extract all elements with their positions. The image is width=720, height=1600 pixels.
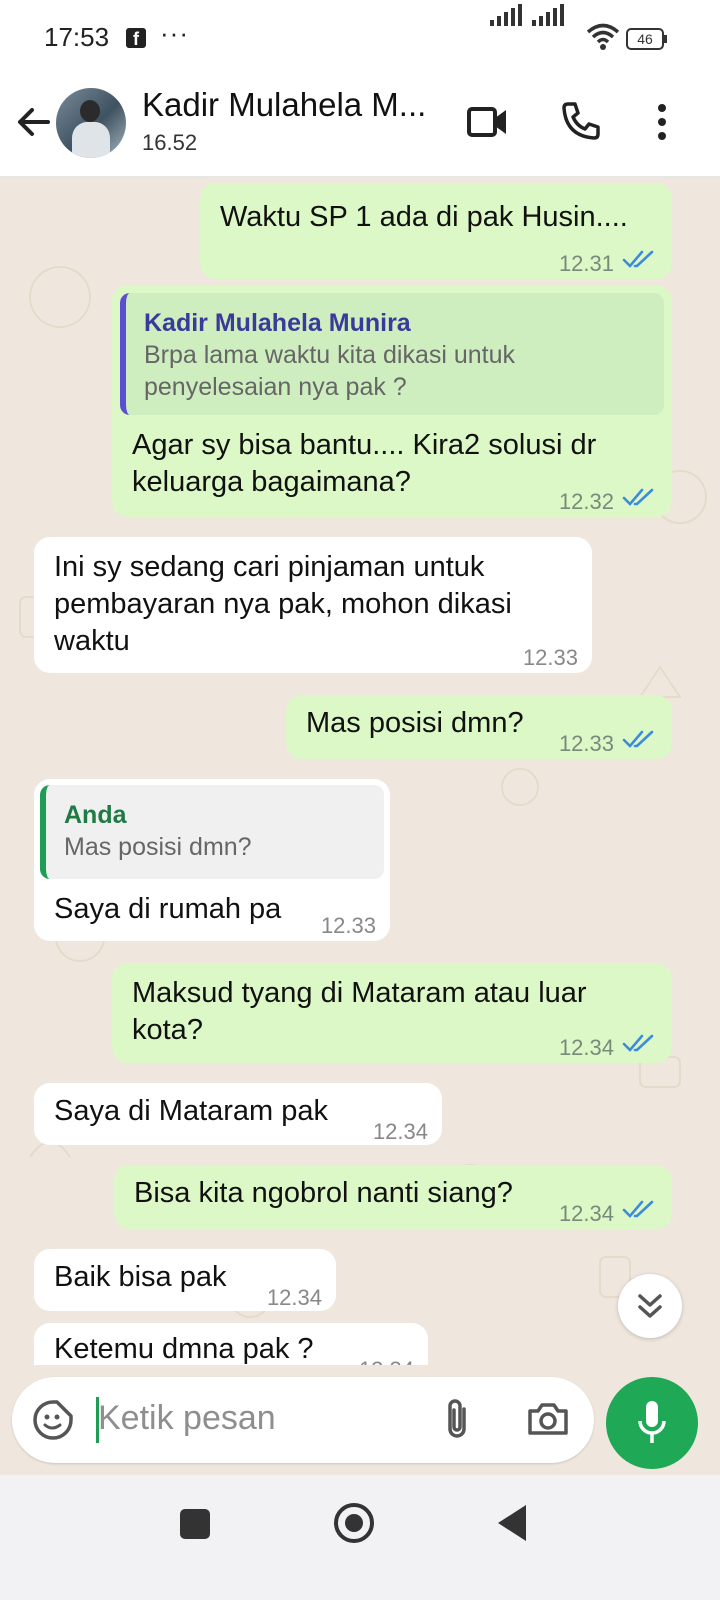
more-options-icon[interactable] [650, 102, 674, 142]
message-bubble-outgoing[interactable]: Waktu SP 1 ada di pak Husin.... 12.31 [200, 183, 672, 279]
message-text: Saya di rumah pa [54, 893, 282, 925]
more-notifications-icon: ··· [160, 18, 189, 48]
message-bubble-outgoing[interactable]: Mas posisi dmn? 12.33 [286, 695, 672, 759]
back-arrow-icon[interactable] [14, 102, 54, 142]
chat-area[interactable]: Waktu SP 1 ada di pak Husin.... 12.31 Ka… [0, 177, 720, 1365]
message-time: 12.31 [558, 251, 614, 276]
message-composer[interactable]: Ketik pesan [12, 1377, 594, 1463]
camera-icon[interactable] [526, 1399, 570, 1439]
composer-area: Ketik pesan [0, 1365, 720, 1475]
message-input[interactable]: Ketik pesan [98, 1399, 276, 1438]
scroll-to-bottom-button[interactable] [618, 1274, 682, 1338]
message-time: 12.34 [558, 1201, 614, 1226]
system-navigation-bar [0, 1475, 720, 1600]
recent-apps-button[interactable] [180, 1509, 210, 1539]
contact-name[interactable]: Kadir Mulahela M... [142, 86, 426, 124]
message-time: 12.34 [372, 1119, 428, 1144]
wifi-icon [586, 23, 620, 50]
message-bubble-outgoing[interactable]: Maksud tyang di Mataram atau luar kota? … [112, 963, 672, 1063]
message-text: Waktu SP 1 ada di pak Husin.... [220, 201, 628, 233]
message-bubble-incoming[interactable]: Ini sy sedang cari pinjaman untuk pembay… [34, 537, 592, 673]
message-bubble-outgoing[interactable]: Kadir Mulahela Munira Brpa lama waktu ki… [112, 285, 672, 517]
video-call-icon[interactable] [466, 104, 510, 140]
quoted-sender: Kadir Mulahela Munira [144, 309, 411, 337]
read-ticks-icon [622, 488, 654, 506]
message-time: 12.34 [558, 1035, 614, 1060]
voice-call-icon[interactable] [560, 100, 602, 142]
message-time: 12.33 [558, 731, 614, 756]
read-ticks-icon [622, 730, 654, 748]
voice-record-button[interactable] [606, 1377, 698, 1469]
double-chevron-down-icon [638, 1294, 662, 1318]
battery-icon: 46 [626, 28, 667, 50]
quoted-sender: Anda [64, 801, 127, 829]
status-bar: 17:53 f ··· 46 [0, 0, 720, 76]
message-bubble-incoming[interactable]: Baik bisa pak 12.34 [34, 1249, 336, 1311]
message-time: 12.32 [558, 489, 614, 514]
avatar[interactable] [56, 88, 126, 158]
message-time: 12.34 [359, 1351, 414, 1365]
read-ticks-icon [622, 250, 654, 268]
message-time: 12.34 [266, 1285, 322, 1310]
message-bubble-outgoing[interactable]: Bisa kita ngobrol nanti siang? 12.34 [114, 1165, 672, 1229]
last-seen: 16.52 [142, 130, 198, 155]
back-button[interactable] [498, 1505, 526, 1541]
sticker-icon[interactable] [32, 1399, 74, 1441]
message-text: Ini sy sedang cari pinjaman untuk pembay… [54, 551, 512, 657]
quoted-message[interactable]: Anda Mas posisi dmn? [40, 785, 384, 879]
message-text: Ketemu dmna pak ? [54, 1333, 314, 1365]
read-ticks-icon [622, 1200, 654, 1218]
quoted-text: Mas posisi dmn? [64, 833, 252, 861]
message-text: Mas posisi dmn? [306, 707, 524, 739]
chat-header: Kadir Mulahela M... 16.52 [0, 76, 720, 177]
message-bubble-incoming[interactable]: Anda Mas posisi dmn? Saya di rumah pa 12… [34, 779, 390, 941]
home-button[interactable] [334, 1503, 374, 1543]
quoted-text: Brpa lama waktu kita dikasi untuk penyel… [144, 341, 516, 401]
read-ticks-icon [622, 1034, 654, 1052]
message-time: 12.33 [522, 645, 578, 670]
status-time: 17:53 [44, 22, 110, 52]
facebook-notification-icon: f [126, 28, 146, 49]
message-text: Saya di Mataram pak [54, 1095, 329, 1127]
microphone-icon [638, 1401, 666, 1443]
message-time: 12.33 [320, 913, 376, 938]
message-text: Baik bisa pak [54, 1261, 227, 1293]
message-text: Bisa kita ngobrol nanti siang? [134, 1177, 513, 1209]
quoted-message[interactable]: Kadir Mulahela Munira Brpa lama waktu ki… [120, 293, 664, 415]
message-bubble-incoming[interactable]: Saya di Mataram pak 12.34 [34, 1083, 442, 1145]
attach-icon[interactable] [442, 1397, 472, 1441]
message-bubble-incoming[interactable]: Ketemu dmna pak ? 12.34 [34, 1323, 428, 1365]
